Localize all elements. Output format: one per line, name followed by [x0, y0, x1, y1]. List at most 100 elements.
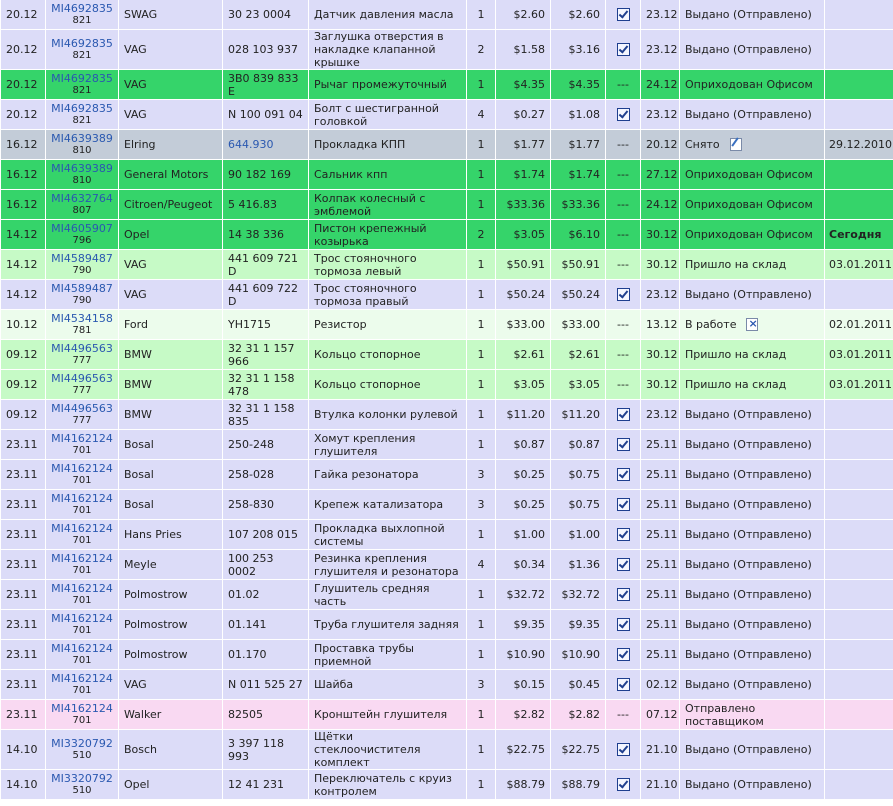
checkbox-checked-icon[interactable] — [616, 408, 630, 422]
order-number-link[interactable]: MI4162124 — [48, 462, 116, 475]
order-number-link[interactable]: MI4162124 — [48, 672, 116, 685]
issued-mark: --- — [605, 159, 641, 190]
order-number-link[interactable]: MI4162124 — [48, 522, 116, 535]
quantity: 1 — [466, 339, 496, 370]
order-number-link[interactable]: MI4639389 — [48, 132, 116, 145]
checkbox-checked-icon[interactable] — [616, 43, 630, 57]
line-total: $50.91 — [550, 249, 606, 280]
table-row[interactable]: 23.11 MI4162124 701 Bosal 250-248 Хомут крепл… — [0, 429, 893, 460]
table-row[interactable]: 23.11 MI4162124 701 Polmostrow 01.141 Труба г… — [0, 609, 893, 640]
status-text: Выдано (Отправлено) — [685, 8, 812, 21]
checkbox-checked-icon[interactable] — [616, 438, 630, 452]
brand: VAG — [118, 669, 223, 700]
table-row[interactable]: 10.12 MI4534158 781 Ford YH1715 Резистор 1 $33.… — [0, 309, 893, 340]
table-row[interactable]: 16.12 MI4632764 807 Citroen/Peugeot 5 416.83… — [0, 189, 893, 220]
order-number-link[interactable]: MI4496563 — [48, 402, 116, 415]
order-number-link[interactable]: MI4162124 — [48, 612, 116, 625]
table-row[interactable]: 23.11 MI4162124 701 Meyle 100 253 0002 Резинк… — [0, 549, 893, 580]
cancel-document-icon[interactable] — [746, 317, 759, 332]
order-number-link[interactable]: MI4162124 — [48, 432, 116, 445]
table-row[interactable]: 14.12 MI4605907 796 Opel 14 38 336 Пистон кре… — [0, 219, 893, 250]
checkbox-checked-icon[interactable] — [616, 8, 630, 22]
table-row[interactable]: 23.11 MI4162124 701 Walker 82505 Кронштейн гл… — [0, 699, 893, 730]
expected-date — [824, 279, 893, 310]
table-row[interactable]: 14.10 MI3320792 510 Bosch 3 397 118 993 Щётки… — [0, 729, 893, 770]
order-number-link[interactable]: MI4692835 — [48, 37, 116, 50]
order-number-link[interactable]: MI4162124 — [48, 702, 116, 715]
part-name: Втулка колонки рулевой — [308, 399, 467, 430]
brand: SWAG — [118, 0, 223, 30]
order-number-link[interactable]: MI4692835 — [48, 102, 116, 115]
table-row[interactable]: 23.11 MI4162124 701 Polmostrow 01.170 Простав… — [0, 639, 893, 670]
checkbox-checked-icon[interactable] — [616, 743, 630, 757]
checkbox-checked-icon[interactable] — [616, 618, 630, 632]
status-cell: Выдано (Отправлено) — [679, 519, 825, 550]
order-number-link[interactable]: MI3320792 — [48, 772, 116, 785]
article-number: 3B0 839 833 E — [222, 69, 309, 100]
table-row[interactable]: 09.12 MI4496563 777 BMW 32 31 1 157 966 Кольц… — [0, 339, 893, 370]
checkbox-checked-icon[interactable] — [616, 648, 630, 662]
unit-price: $88.79 — [495, 769, 551, 800]
order-number-link[interactable]: MI4496563 — [48, 342, 116, 355]
order-cell: MI4692835 821 — [45, 69, 119, 100]
order-number-link[interactable]: MI4162124 — [48, 552, 116, 565]
table-row[interactable]: 20.12 MI4692835 821 SWAG 30 23 0004 Датчик да… — [0, 0, 893, 30]
table-row[interactable]: 09.12 MI4496563 777 BMW 32 31 1 158 478 Кольц… — [0, 369, 893, 400]
article-number: N 100 091 04 — [222, 99, 309, 130]
order-number-link[interactable]: MI4632764 — [48, 192, 116, 205]
order-cell: MI4162124 701 — [45, 549, 119, 580]
table-row[interactable]: 14.10 MI3320792 510 Opel 12 41 231 Переключат… — [0, 769, 893, 800]
order-cell: MI4692835 821 — [45, 0, 119, 30]
table-row[interactable]: 23.11 MI4162124 701 VAG N 011 525 27 Шайба 3 $0… — [0, 669, 893, 700]
brand: Polmostrow — [118, 639, 223, 670]
edit-note-icon[interactable] — [729, 138, 742, 152]
order-number-link[interactable]: MI4639389 — [48, 162, 116, 175]
table-row[interactable]: 23.11 MI4162124 701 Bosal 258-028 Гайка резон… — [0, 459, 893, 490]
order-number-link[interactable]: MI4605907 — [48, 222, 116, 235]
order-sub-number: 821 — [72, 114, 92, 126]
checkbox-checked-icon[interactable] — [616, 778, 630, 792]
checkbox-checked-icon[interactable] — [616, 528, 630, 542]
unit-price: $33.00 — [495, 309, 551, 340]
order-number-link[interactable]: MI4534158 — [48, 312, 116, 325]
order-number-link[interactable]: MI4589487 — [48, 252, 116, 265]
order-number-link[interactable]: MI4162124 — [48, 492, 116, 505]
table-row[interactable]: 23.11 MI4162124 701 Polmostrow 01.02 Глушител… — [0, 579, 893, 610]
table-row[interactable]: 16.12 MI4639389 810 General Motors 90 182 16… — [0, 159, 893, 190]
order-number-link[interactable]: MI4692835 — [48, 72, 116, 85]
checkbox-checked-icon[interactable] — [616, 108, 630, 122]
checkbox-checked-icon[interactable] — [616, 288, 630, 302]
checkbox-checked-icon[interactable] — [616, 498, 630, 512]
order-number-link[interactable]: MI4692835 — [48, 2, 116, 15]
status-date: 25.11 — [640, 609, 680, 640]
table-row[interactable]: 20.12 MI4692835 821 VAG 3B0 839 833 E Рычаг п… — [0, 69, 893, 100]
table-row[interactable]: 14.12 MI4589487 790 VAG 441 609 722 D Трос ст… — [0, 279, 893, 310]
table-row[interactable]: 23.11 MI4162124 701 Hans Pries 107 208 015 Пр… — [0, 519, 893, 550]
checkbox-checked-icon[interactable] — [616, 588, 630, 602]
table-row[interactable]: 20.12 MI4692835 821 VAG N 100 091 04 Болт с ш… — [0, 99, 893, 130]
expected-date — [824, 549, 893, 580]
table-row[interactable]: 09.12 MI4496563 777 BMW 32 31 1 158 835 Втулк… — [0, 399, 893, 430]
brand: BMW — [118, 339, 223, 370]
expected-date — [824, 459, 893, 490]
order-number-link[interactable]: MI4589487 — [48, 282, 116, 295]
order-number-link[interactable]: MI4496563 — [48, 372, 116, 385]
article-number[interactable]: 644.930 — [222, 129, 309, 160]
order-number-link[interactable]: MI4162124 — [48, 642, 116, 655]
status-text: Оприходован Офисом — [685, 168, 813, 181]
order-sub-number: 790 — [72, 264, 92, 276]
checkbox-checked-icon[interactable] — [616, 558, 630, 572]
status-date: 30.12 — [640, 369, 680, 400]
part-name: Крепеж катализатора — [308, 489, 467, 520]
table-row[interactable]: 23.11 MI4162124 701 Bosal 258-830 Крепеж ката… — [0, 489, 893, 520]
order-number-link[interactable]: MI3320792 — [48, 737, 116, 750]
checkbox-checked-icon[interactable] — [616, 678, 630, 692]
table-row[interactable]: 14.12 MI4589487 790 VAG 441 609 721 D Трос ст… — [0, 249, 893, 280]
table-row[interactable]: 16.12 MI4639389 810 Elring 644.930 Прокладка … — [0, 129, 893, 160]
checkbox-checked-icon[interactable] — [616, 468, 630, 482]
orders-table-body: 20.12 MI4692835 821 SWAG 30 23 0004 Датчик да… — [0, 0, 893, 800]
order-number-link[interactable]: MI4162124 — [48, 582, 116, 595]
line-total: $0.87 — [550, 429, 606, 460]
article-number: 14 38 336 — [222, 219, 309, 250]
table-row[interactable]: 20.12 MI4692835 821 VAG 028 103 937 Заглушка … — [0, 29, 893, 70]
